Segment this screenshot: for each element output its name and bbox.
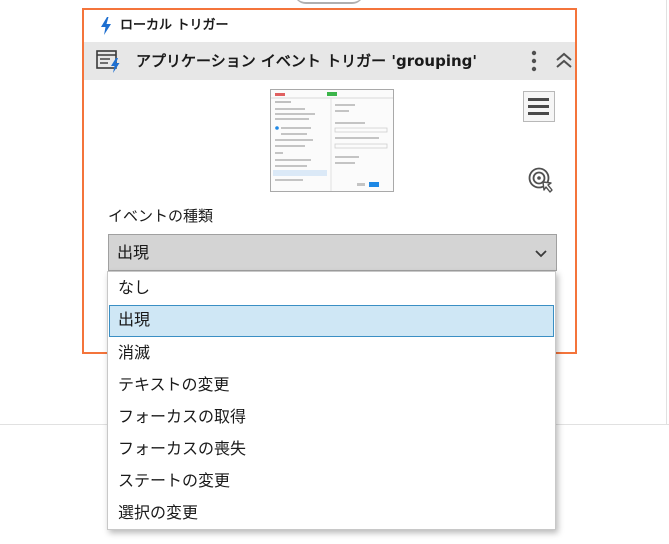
properties-menu-button[interactable] [523,91,555,122]
event-type-label: イベントの種類 [108,207,214,225]
more-options-icon[interactable] [524,48,544,74]
dropdown-option-focus-loss[interactable]: フォーカスの喪失 [109,434,554,466]
event-trigger-icon [96,50,120,73]
thumbnail-image [271,90,393,191]
event-type-selected-value: 出現 [117,243,150,262]
card-header: ローカル トリガー [84,10,575,42]
dropdown-option-selection-change[interactable]: 選択の変更 [109,498,554,530]
event-type-dropdown-list: なし 出現 消滅 テキストの変更 フォーカスの取得 フォーカスの喪失 ステートの… [107,271,556,530]
dropdown-option-state-change[interactable]: ステートの変更 [109,466,554,498]
local-trigger-label: ローカル トリガー [120,18,229,33]
lightning-icon [101,17,111,35]
trigger-title-bar: アプリケーション イベント トリガー 'grouping' [84,42,575,80]
element-target-icon[interactable] [527,166,555,194]
dropdown-option-text-change[interactable]: テキストの変更 [109,370,554,402]
chevron-down-icon [535,250,547,258]
background-decoration [294,0,364,4]
trigger-title: アプリケーション イベント トリガー 'grouping' [136,52,477,70]
background-panel [566,0,667,424]
application-screenshot-thumbnail [270,89,394,192]
event-type-select[interactable]: 出現 [108,234,557,271]
hamburger-icon [528,98,549,115]
dropdown-option-none[interactable]: なし [109,273,554,305]
dropdown-option-focus-gain[interactable]: フォーカスの取得 [109,402,554,434]
dropdown-option-disappear[interactable]: 消滅 [109,338,554,370]
collapse-chevron-icon[interactable] [554,50,574,72]
dropdown-option-appear[interactable]: 出現 [109,305,554,337]
